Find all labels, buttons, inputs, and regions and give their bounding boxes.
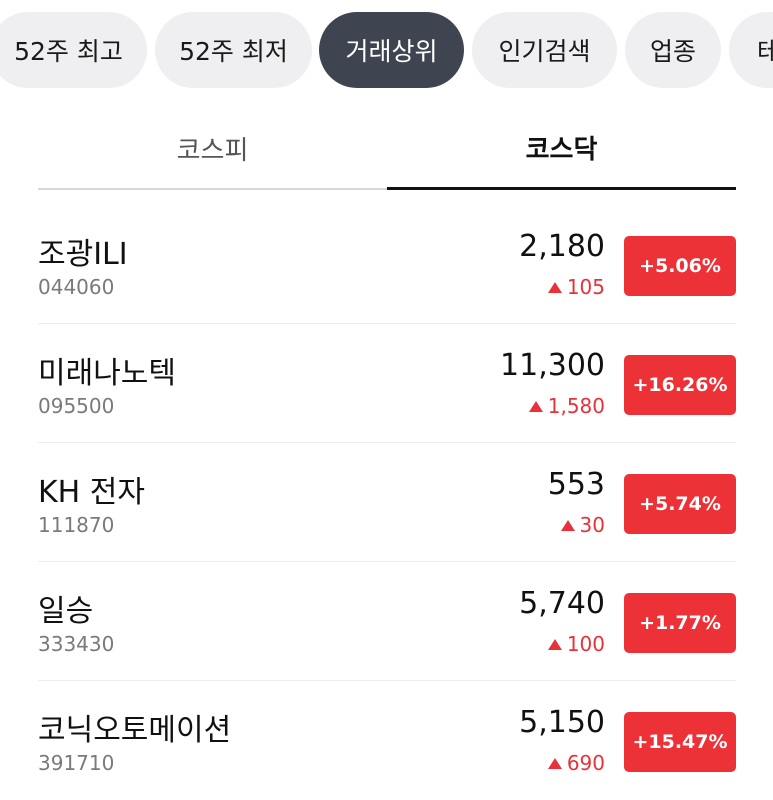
stock-price: 5,150 <box>519 705 605 740</box>
stock-row[interactable]: 조광ILI 044060 2,180 105 +5.06% <box>38 205 736 324</box>
chip-industry[interactable]: 업종 <box>625 12 721 88</box>
stock-code: 391710 <box>38 751 115 775</box>
stock-code: 095500 <box>38 394 115 418</box>
category-chip-bar: 52주 최고 52주 최저 거래상위 인기검색 업종 테 <box>0 0 773 100</box>
stock-name: 조광ILI <box>38 237 128 272</box>
stock-name: 미래나노텍 <box>38 356 176 391</box>
stock-change: 100 <box>547 632 605 656</box>
stock-row[interactable]: 미래나노텍 095500 11,300 1,580 +16.26% <box>38 324 736 443</box>
stock-code: 333430 <box>38 632 115 656</box>
stock-name: 코닉오토메이션 <box>38 713 232 748</box>
up-triangle-icon <box>547 281 562 293</box>
stock-price: 553 <box>547 467 605 502</box>
stock-change: 105 <box>547 275 605 299</box>
change-percent-badge[interactable]: +5.06% <box>624 236 736 296</box>
stock-price: 5,740 <box>519 586 605 621</box>
stock-change: 30 <box>560 513 605 537</box>
stock-code: 111870 <box>38 513 115 537</box>
change-percent-badge[interactable]: +1.77% <box>624 593 736 653</box>
stock-code: 044060 <box>38 275 115 299</box>
chip-theme-partial[interactable]: 테 <box>729 12 773 88</box>
change-percent-badge[interactable]: +16.26% <box>624 355 736 415</box>
up-triangle-icon <box>560 519 575 531</box>
change-value: 690 <box>566 751 605 775</box>
stock-name: KH 전자 <box>38 475 145 510</box>
chip-trading-volume-top[interactable]: 거래상위 <box>319 12 464 88</box>
change-percent-badge[interactable]: +15.47% <box>624 712 736 772</box>
chip-52week-low[interactable]: 52주 최저 <box>155 12 312 88</box>
stock-change: 1,580 <box>528 394 605 418</box>
change-percent-badge[interactable]: +5.74% <box>624 474 736 534</box>
change-value: 1,580 <box>547 394 605 418</box>
stock-name: 일승 <box>38 594 94 629</box>
change-value: 30 <box>579 513 605 537</box>
stock-price: 11,300 <box>500 348 605 383</box>
market-tabs: 코스피 코스닥 <box>38 108 736 190</box>
up-triangle-icon <box>528 400 543 412</box>
tab-kosdaq[interactable]: 코스닥 <box>387 108 736 190</box>
chip-popular-search[interactable]: 인기검색 <box>472 12 617 88</box>
change-value: 105 <box>566 275 605 299</box>
up-triangle-icon <box>547 638 562 650</box>
stock-row[interactable]: 일승 333430 5,740 100 +1.77% <box>38 562 736 681</box>
up-triangle-icon <box>547 757 562 769</box>
stock-change: 690 <box>547 751 605 775</box>
stock-price: 2,180 <box>519 229 605 264</box>
stock-row[interactable]: 코닉오토메이션 391710 5,150 690 +15.47% <box>38 681 736 800</box>
chip-52week-high[interactable]: 52주 최고 <box>0 12 147 88</box>
change-value: 100 <box>566 632 605 656</box>
tab-kospi[interactable]: 코스피 <box>38 108 387 190</box>
stock-list: 조광ILI 044060 2,180 105 +5.06% 미래나노텍 0955… <box>38 205 736 800</box>
stock-row[interactable]: KH 전자 111870 553 30 +5.74% <box>38 443 736 562</box>
